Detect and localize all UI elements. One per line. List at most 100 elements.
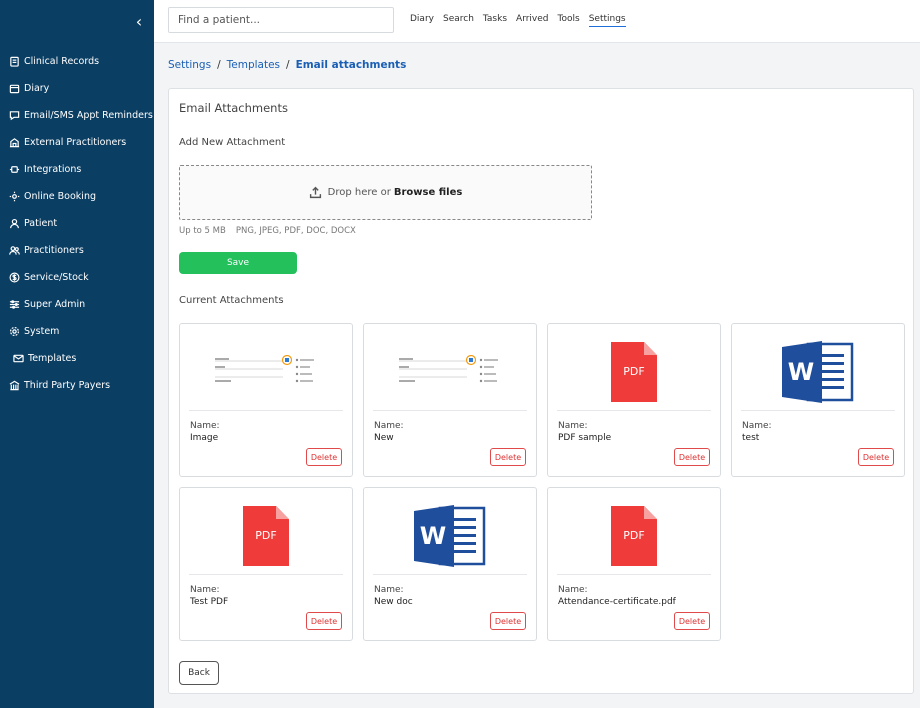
pdf-file-icon: PDF [611,342,657,402]
top-nav-arrived[interactable]: Arrived [516,14,548,27]
sidebar-item-email-sms-reminders[interactable]: Email/SMS Appt Reminders [0,102,154,129]
plug-icon [8,164,20,176]
patient-search-input[interactable] [168,7,394,33]
hint-size: Up to 5 MB [179,226,226,236]
name-label: Name: [190,585,220,595]
name-label: Name: [374,585,404,595]
name-label: Name: [558,585,588,595]
upload-hint: Up to 5 MB PNG, JPEG, PDF, DOC, DOCX [179,226,356,236]
attachment-card: W Name: New doc Delete [363,487,537,641]
attachment-name: New [374,433,394,443]
top-bar: Diary Search Tasks Arrived Tools Setting… [154,0,920,43]
breadcrumb-separator: / [286,59,290,71]
breadcrumb-templates[interactable]: Templates [227,59,280,71]
sidebar-item-templates[interactable]: Templates [0,345,154,372]
delete-button[interactable]: Delete [490,448,526,466]
image-thumbnail[interactable] [189,332,343,412]
pdf-icon-text: PDF [255,529,277,542]
breadcrumb-current: Email attachments [295,59,407,71]
pdf-file-icon: PDF [611,506,657,566]
breadcrumb-separator: / [217,59,221,71]
sidebar-item-label: Online Booking [24,191,96,202]
delete-button[interactable]: Delete [674,448,710,466]
attachment-card: Name: Image Delete [179,323,353,477]
word-file-icon: W [782,339,854,405]
word-file-icon: W [414,503,486,569]
sidebar-item-label: Email/SMS Appt Reminders [24,110,153,121]
sidebar: ‹ Clinical Records Diary Email/SMS Appt … [0,0,154,708]
top-nav-diary[interactable]: Diary [410,14,434,27]
sidebar-item-label: Service/Stock [24,272,89,283]
current-attachments-heading: Current Attachments [179,295,284,306]
divider [741,410,895,411]
sidebar-item-online-booking[interactable]: Online Booking [0,183,154,210]
browse-files-link[interactable]: Browse files [394,187,462,198]
clipboard-icon [8,56,20,68]
sidebar-item-clinical-records[interactable]: Clinical Records [0,48,154,75]
envelope-icon [12,353,24,365]
word-thumbnail[interactable]: W [741,332,895,412]
sidebar-item-label: Diary [24,83,50,94]
sidebar-item-system[interactable]: System [0,318,154,345]
sidebar-item-patient[interactable]: Patient [0,210,154,237]
gear-icon [8,326,20,338]
add-attachment-heading: Add New Attachment [179,137,286,148]
page-title: Email Attachments [179,101,288,115]
pdf-thumbnail[interactable]: PDF [557,332,711,412]
delete-button[interactable]: Delete [858,448,894,466]
sidebar-item-service-stock[interactable]: Service/Stock [0,264,154,291]
sidebar-item-practitioners[interactable]: Practitioners [0,237,154,264]
pdf-thumbnail[interactable]: PDF [189,496,343,576]
delete-button[interactable]: Delete [490,612,526,630]
name-label: Name: [190,421,220,431]
sidebar-item-label: Third Party Payers [24,380,111,391]
top-nav-search[interactable]: Search [443,14,474,27]
chat-icon [8,110,20,122]
save-button[interactable]: Save [179,252,297,274]
divider [189,574,343,575]
pdf-icon-text: PDF [623,365,645,378]
sidebar-item-third-party-payers[interactable]: Third Party Payers [0,372,154,399]
word-icon-text: W [420,522,446,550]
delete-button[interactable]: Delete [306,448,342,466]
email-attachments-card: Email Attachments Add New Attachment Dro… [168,88,914,694]
sidebar-item-label: Templates [28,353,77,364]
collapse-sidebar-icon[interactable]: ‹ [132,12,146,32]
name-label: Name: [558,421,588,431]
image-thumbnail[interactable] [373,332,527,412]
delete-button[interactable]: Delete [674,612,710,630]
name-label: Name: [374,421,404,431]
sidebar-item-diary[interactable]: Diary [0,75,154,102]
bank-icon [8,380,20,392]
attachment-name: test [742,433,760,443]
word-icon-text: W [788,358,814,386]
attachment-name: Attendance-certificate.pdf [558,597,676,607]
file-dropzone[interactable]: Drop here or Browse files [179,165,592,220]
sidebar-item-label: Practitioners [24,245,84,256]
sidebar-item-label: Clinical Records [24,56,100,67]
delete-button[interactable]: Delete [306,612,342,630]
hint-types: PNG, JPEG, PDF, DOC, DOCX [235,226,356,236]
sidebar-item-integrations[interactable]: Integrations [0,156,154,183]
sidebar-item-label: Super Admin [24,299,86,310]
attachment-card: PDF Name: PDF sample Delete [547,323,721,477]
attachment-card: W Name: test Delete [731,323,905,477]
sun-icon [8,191,20,203]
divider [373,574,527,575]
top-nav-tools[interactable]: Tools [558,14,580,27]
breadcrumb-settings[interactable]: Settings [168,59,211,71]
pdf-thumbnail[interactable]: PDF [557,496,711,576]
attachment-name: New doc [374,597,413,607]
attachment-name: Test PDF [190,597,229,607]
top-nav-settings[interactable]: Settings [588,14,626,27]
attachment-card: Name: New Delete [363,323,537,477]
divider [373,410,527,411]
breadcrumb: Settings / Templates / Email attachments [168,59,406,71]
attachment-name: Image [190,433,219,443]
sidebar-item-super-admin[interactable]: Super Admin [0,291,154,318]
back-button[interactable]: Back [179,661,219,685]
attachment-name: PDF sample [558,433,612,443]
word-thumbnail[interactable]: W [373,496,527,576]
top-nav-tasks[interactable]: Tasks [483,14,507,27]
sidebar-item-external-practitioners[interactable]: External Practitioners [0,129,154,156]
